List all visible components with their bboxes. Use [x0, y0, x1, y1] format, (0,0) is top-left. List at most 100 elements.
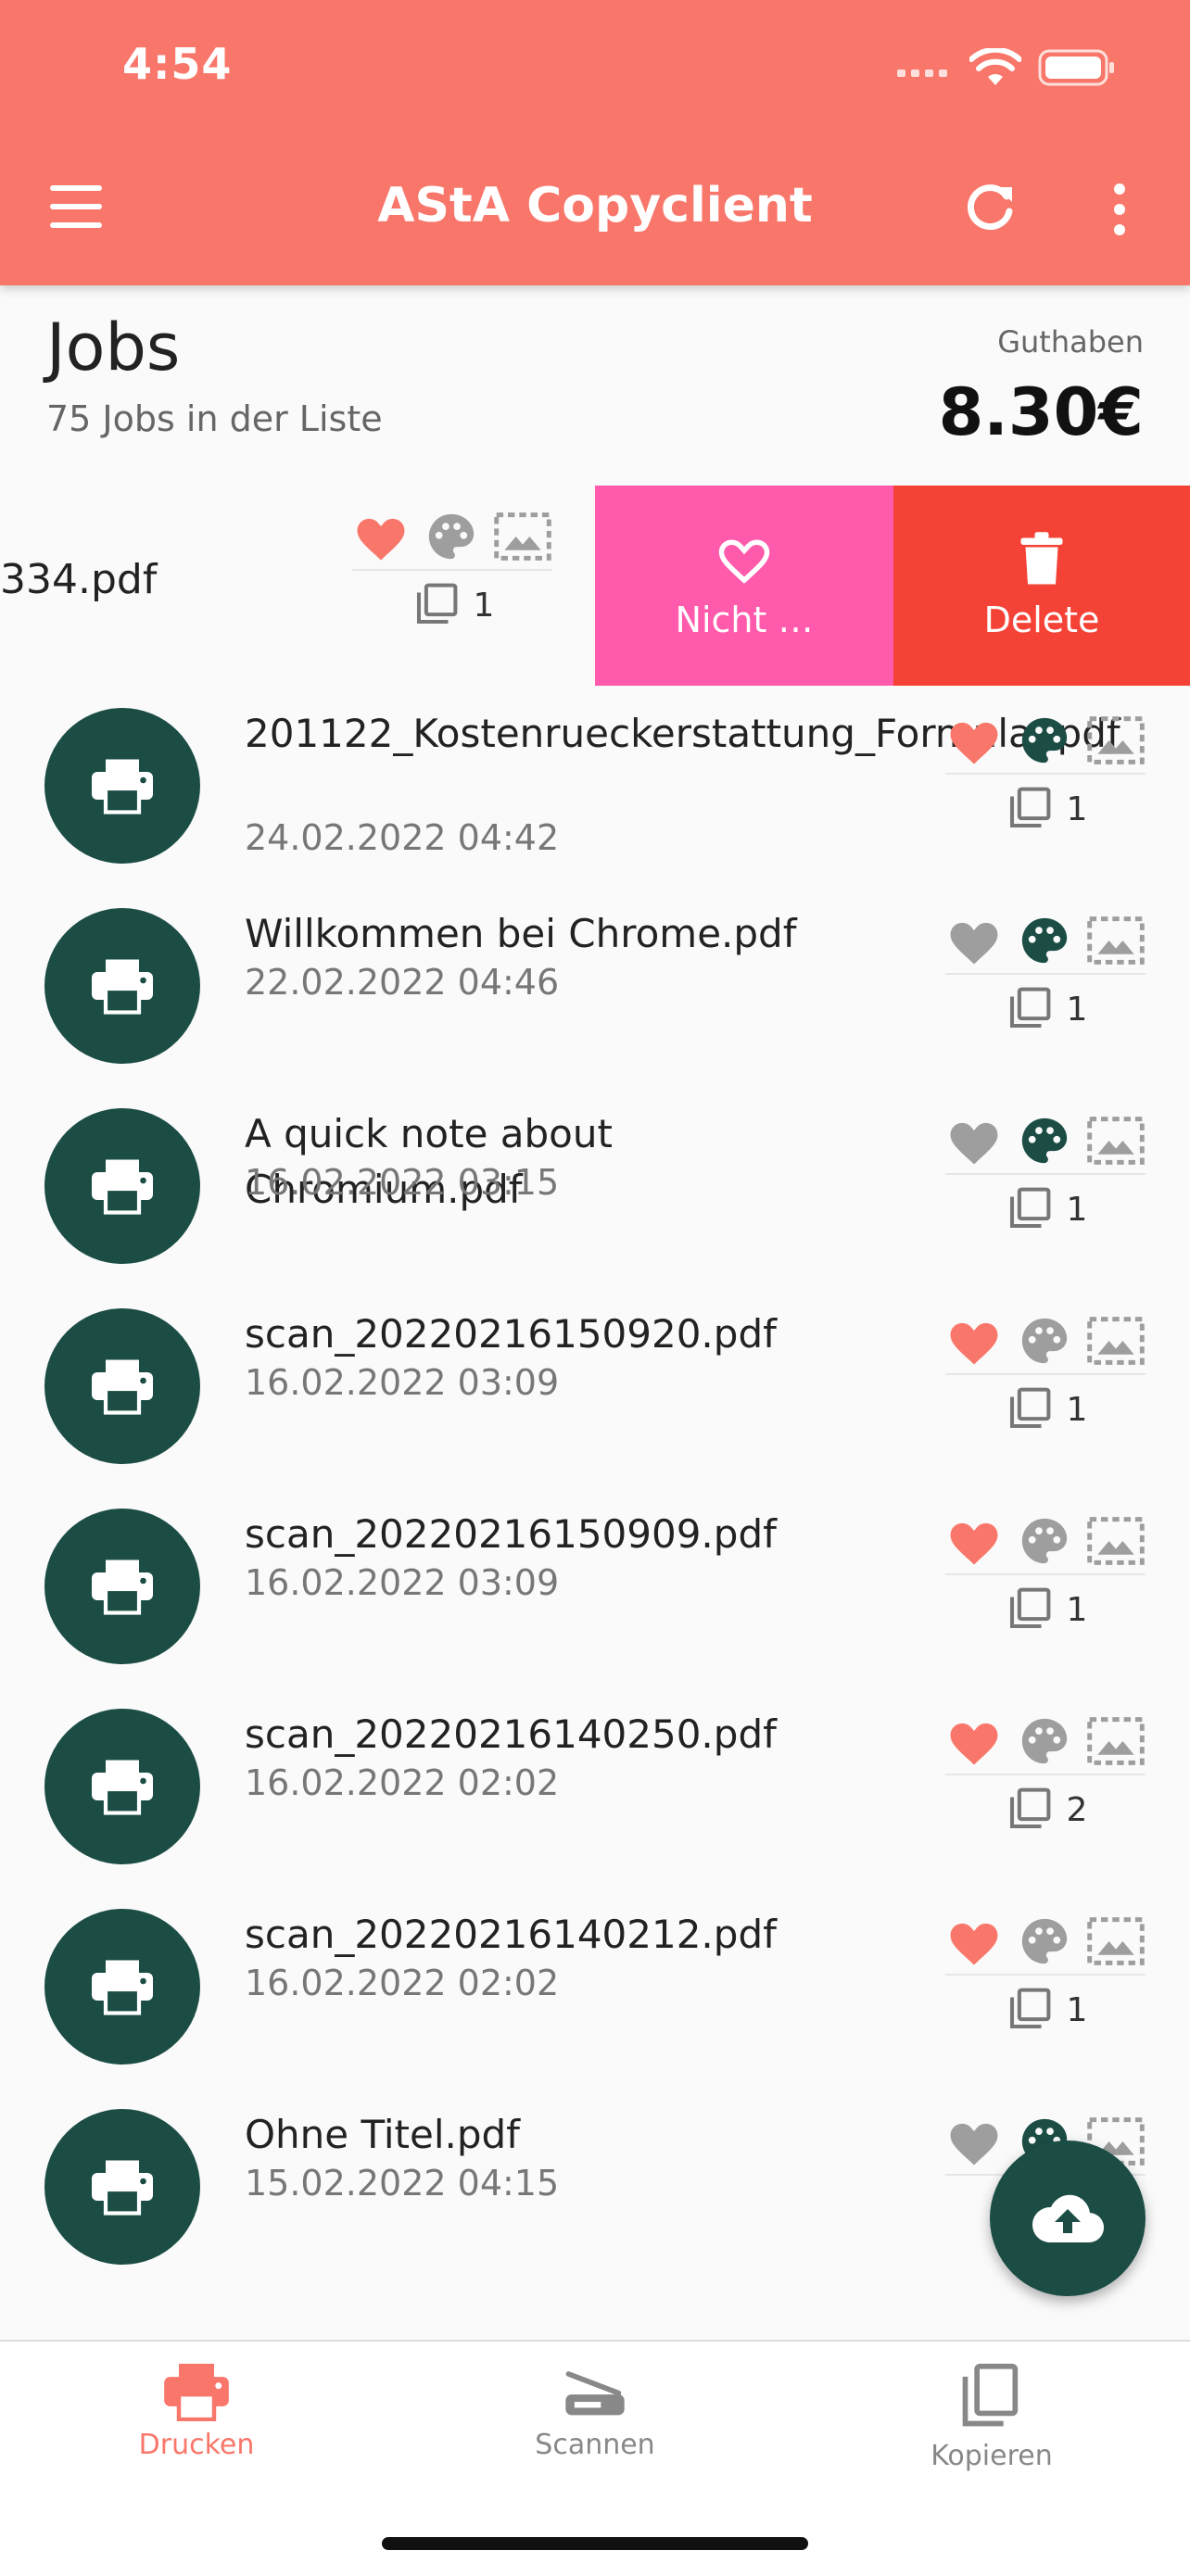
image-icon[interactable] — [1086, 915, 1146, 966]
printer-avatar — [44, 908, 200, 1064]
unfavorite-action-button[interactable]: Nicht … — [595, 486, 893, 686]
cloud-upload-icon — [1032, 2194, 1105, 2243]
job-list-item[interactable]: 201122_Kostenrueckerstattung_Formular.pd… — [0, 686, 1190, 886]
file-name: scan_20220216140250.pdf — [245, 1711, 777, 1757]
palette-icon[interactable] — [1018, 713, 1071, 767]
image-icon[interactable] — [1086, 1715, 1146, 1767]
image-icon[interactable] — [1086, 1515, 1146, 1567]
tab-scan-label: Scannen — [535, 2429, 655, 2461]
copies-count: 1 — [1066, 1990, 1088, 2029]
heart-icon[interactable] — [945, 714, 1003, 766]
job-list-item[interactable]: scan_20220216140212.pdf 16.02.2022 02:02 — [0, 1887, 1190, 2087]
file-date: 16.02.2022 02:02 — [245, 1762, 560, 1803]
printer-icon — [92, 1760, 153, 1815]
palette-icon[interactable] — [1018, 1714, 1071, 1768]
printer-avatar — [44, 1509, 200, 1664]
palette-icon[interactable] — [1018, 1114, 1071, 1168]
file-date: 24.02.2022 04:42 — [245, 817, 560, 858]
heart-icon[interactable] — [945, 1315, 1003, 1367]
swiped-list-item[interactable]: 334.pdf 1 Nicht … Delete — [0, 486, 1190, 686]
copies-icon — [1009, 1587, 1050, 1629]
copies-count: 1 — [1066, 1590, 1088, 1629]
copies-icon — [1009, 987, 1050, 1029]
copies-icon — [1009, 787, 1050, 828]
image-icon[interactable] — [1086, 1315, 1146, 1367]
job-options: 1 — [945, 908, 1146, 1043]
upload-button[interactable] — [990, 2140, 1146, 2296]
wifi-icon — [969, 48, 1021, 85]
printer-icon — [92, 1559, 153, 1615]
home-indicator — [382, 2537, 808, 2550]
copies-count: 1 — [1066, 1390, 1088, 1429]
job-list-item[interactable]: Willkommen bei Chrome.pdf 22.02.2022 04:… — [0, 886, 1190, 1086]
copies-count: 1 — [1066, 789, 1088, 828]
refresh-icon[interactable] — [964, 182, 1016, 234]
image-icon[interactable] — [1086, 1115, 1146, 1167]
image-icon[interactable] — [1086, 714, 1146, 766]
file-date: 22.02.2022 04:46 — [245, 962, 560, 1003]
printer-avatar — [44, 1909, 200, 2065]
tab-print-label: Drucken — [138, 2429, 255, 2461]
job-options: 1 — [945, 1509, 1146, 1644]
file-name: scan_20220216150909.pdf — [245, 1511, 777, 1557]
heart-icon[interactable] — [945, 915, 1003, 966]
app-bar: 4:54 AStA Copyclient — [0, 0, 1190, 285]
status-time: 4:54 — [122, 39, 233, 89]
tab-copy[interactable]: Kopieren — [853, 2362, 1131, 2472]
heart-icon[interactable] — [945, 2115, 1003, 2167]
job-list[interactable]: 201122_Kostenrueckerstattung_Formular.pd… — [0, 686, 1190, 2340]
more-options-icon[interactable] — [1108, 182, 1131, 237]
printer-avatar — [44, 1108, 200, 1264]
printer-icon — [92, 759, 153, 814]
printer-icon — [92, 959, 153, 1015]
heart-icon[interactable] — [352, 511, 410, 562]
palette-icon[interactable] — [1018, 1914, 1071, 1968]
file-name: scan_20220216150920.pdf — [245, 1311, 777, 1357]
palette-icon[interactable] — [1018, 914, 1071, 967]
trash-icon — [1020, 532, 1063, 585]
status-icons — [897, 48, 1116, 87]
delete-label: Delete — [983, 600, 1100, 640]
job-options: 1 — [945, 1909, 1146, 2044]
job-list-item[interactable]: scan_20220216150909.pdf 16.02.2022 03:09 — [0, 1486, 1190, 1686]
copies-icon — [416, 583, 457, 625]
signal-icon — [897, 69, 947, 77]
copies-count: 2 — [1066, 1790, 1088, 1829]
job-options: 1 — [945, 1308, 1146, 1444]
job-list-item[interactable]: A quick note about Chromium.pdf 16.02.20… — [0, 1086, 1190, 1286]
image-icon[interactable] — [493, 511, 552, 562]
tab-scan[interactable]: Scannen — [456, 2362, 734, 2461]
credit-label: Guthaben — [997, 324, 1144, 360]
file-name: 201122_Kostenrueckerstattung_Formular.pd… — [245, 711, 1120, 756]
credit-value: 8.30€ — [938, 374, 1144, 450]
image-icon[interactable] — [1086, 1915, 1146, 1967]
heart-icon[interactable] — [945, 1915, 1003, 1967]
palette-icon[interactable] — [424, 510, 478, 563]
file-date: 15.02.2022 04:15 — [245, 2163, 560, 2203]
tab-print[interactable]: Drucken — [57, 2362, 335, 2461]
printer-avatar — [44, 1709, 200, 1864]
palette-icon[interactable] — [1018, 1314, 1071, 1368]
copies-icon — [1009, 1988, 1050, 2029]
heart-icon[interactable] — [945, 1515, 1003, 1567]
printer-avatar — [44, 2109, 200, 2265]
file-name: Willkommen bei Chrome.pdf — [245, 911, 797, 956]
copies-icon — [1009, 1787, 1050, 1829]
printer-icon — [92, 1359, 153, 1415]
palette-icon[interactable] — [1018, 1514, 1071, 1568]
copies-count: 1 — [1066, 1190, 1088, 1229]
delete-action-button[interactable]: Delete — [893, 486, 1190, 686]
file-date: 16.02.2022 03:09 — [245, 1562, 560, 1603]
heart-icon[interactable] — [945, 1715, 1003, 1767]
printer-icon — [92, 1960, 153, 2015]
file-name: Ohne Titel.pdf — [245, 2112, 520, 2157]
job-list-item[interactable]: scan_20220216150920.pdf 16.02.2022 03:09 — [0, 1286, 1190, 1486]
copies-icon — [1009, 1187, 1050, 1229]
scanner-icon — [565, 2371, 625, 2416]
printer-icon — [164, 2363, 229, 2421]
heart-icon[interactable] — [945, 1115, 1003, 1167]
file-date: 16.02.2022 02:02 — [245, 1963, 560, 2003]
unfavorite-label: Nicht … — [675, 600, 814, 640]
printer-avatar — [44, 708, 200, 864]
job-list-item[interactable]: scan_20220216140250.pdf 16.02.2022 02:02 — [0, 1686, 1190, 1887]
